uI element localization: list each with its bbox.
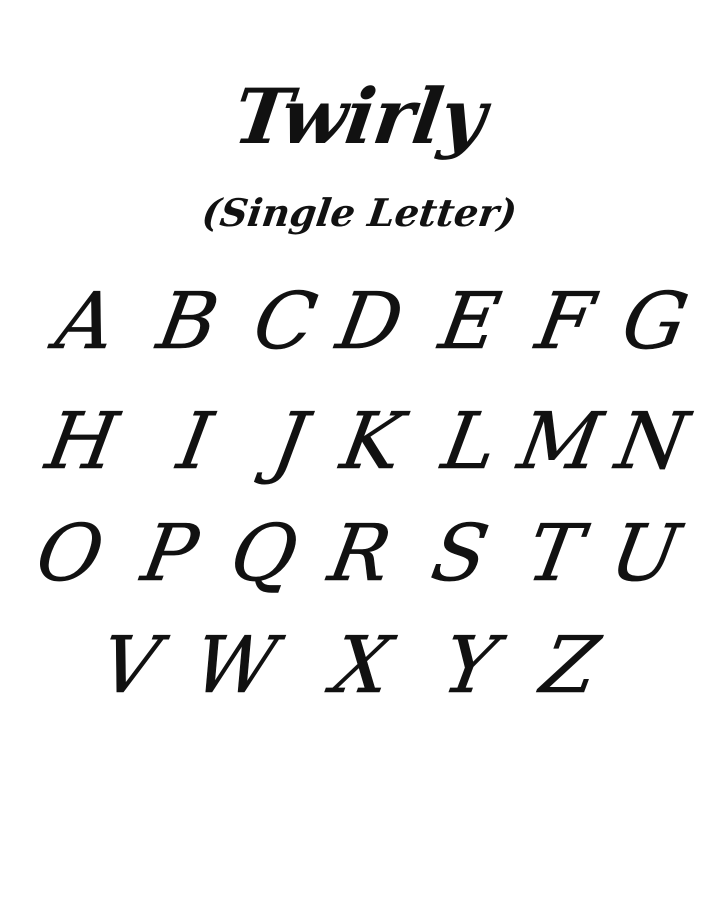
letter-q: Q bbox=[224, 509, 304, 600]
letter-i: I bbox=[171, 397, 219, 488]
letter-t: T bbox=[521, 509, 590, 600]
letter-f: F bbox=[530, 277, 601, 368]
letter-y: Y bbox=[436, 621, 504, 712]
letter-p: P bbox=[135, 509, 205, 600]
letter-l: L bbox=[436, 397, 504, 488]
letter-e: E bbox=[433, 277, 507, 368]
letter-h: H bbox=[40, 397, 125, 488]
alphabet-grid: A B C D E F G H I J K L M N O P Q R S T … bbox=[0, 0, 719, 899]
letter-w: W bbox=[187, 621, 284, 712]
letter-v: V bbox=[93, 621, 167, 712]
letter-s: S bbox=[425, 509, 495, 600]
letter-a: A bbox=[49, 277, 123, 368]
letter-b: B bbox=[151, 277, 225, 368]
letter-z: Z bbox=[534, 621, 606, 712]
letter-d: D bbox=[330, 277, 410, 368]
letter-g: G bbox=[615, 277, 695, 368]
letter-o: O bbox=[30, 509, 110, 600]
letter-k: K bbox=[334, 397, 410, 488]
letter-r: R bbox=[322, 509, 398, 600]
letter-n: N bbox=[609, 397, 695, 488]
letter-c: C bbox=[247, 277, 323, 368]
letter-x: X bbox=[326, 621, 398, 712]
letter-u: U bbox=[604, 509, 686, 600]
letter-j: J bbox=[266, 397, 314, 488]
letter-m: M bbox=[512, 397, 608, 488]
font-specimen-sheet: Twirly (Single Letter) A B C D E F G H I… bbox=[0, 0, 719, 899]
